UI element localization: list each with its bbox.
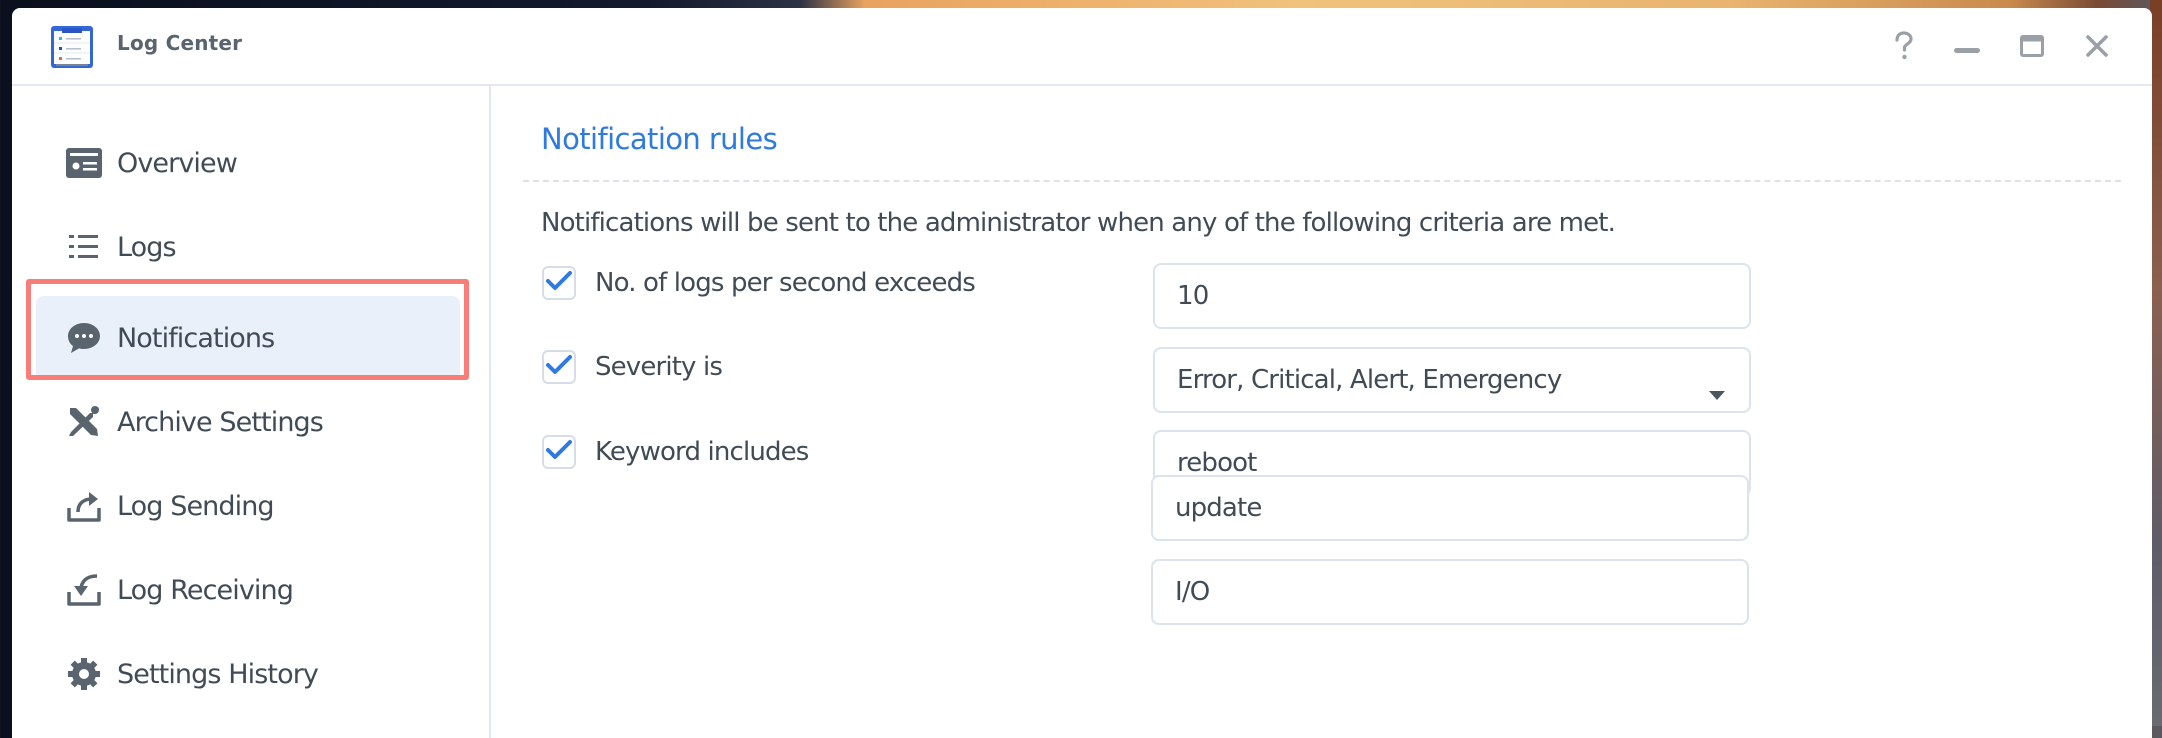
checkmark-icon	[546, 271, 572, 295]
rule-label: Keyword includes	[595, 437, 809, 467]
section-title: Notification rules	[541, 122, 778, 156]
severity-select[interactable]: Error, Critical, Alert, Emergency	[1153, 347, 1751, 413]
checkmark-icon	[546, 355, 572, 379]
gear-icon	[64, 654, 104, 694]
keyword-checkbox[interactable]	[542, 435, 576, 469]
help-button[interactable]	[1886, 30, 1922, 66]
maximize-button[interactable]	[2014, 30, 2050, 66]
sidebar-item-notifications[interactable]: Notifications	[36, 296, 460, 380]
checkmark-icon	[546, 440, 572, 464]
sidebar-item-label: Logs	[117, 231, 177, 263]
window-title: Log Center	[117, 31, 243, 55]
minimize-button[interactable]	[1949, 30, 1985, 66]
share-in-icon	[64, 570, 104, 610]
log-center-app-icon	[51, 26, 93, 68]
share-out-icon	[64, 486, 104, 526]
rule-keyword: Keyword includes	[542, 432, 809, 472]
maximize-icon	[2020, 35, 2044, 61]
description-text: Notifications will be sent to the admini…	[541, 208, 1616, 238]
sidebar-nav: Overview Logs Notifications Archive Sett…	[12, 86, 491, 738]
sidebar-item-archive-settings[interactable]: Archive Settings	[36, 380, 460, 464]
sidebar-item-label: Archive Settings	[117, 406, 324, 438]
keyword-input-3[interactable]: I/O	[1151, 559, 1749, 625]
sidebar-item-label: Notifications	[117, 322, 275, 354]
sidebar-item-log-receiving[interactable]: Log Receiving	[36, 548, 460, 632]
severity-select-value: Error, Critical, Alert, Emergency	[1177, 365, 1562, 395]
sidebar-item-label: Log Sending	[117, 490, 275, 522]
tools-icon	[64, 402, 104, 442]
severity-checkbox[interactable]	[542, 350, 576, 384]
chat-bubble-icon	[64, 318, 104, 358]
overview-card-icon	[64, 143, 104, 183]
close-button[interactable]	[2079, 30, 2115, 66]
title-bar: Log Center	[12, 8, 2152, 86]
sidebar-item-label: Log Receiving	[117, 574, 294, 606]
logs-per-second-checkbox[interactable]	[542, 266, 576, 300]
rule-label: Severity is	[595, 352, 723, 382]
rule-logs-per-second: No. of logs per second exceeds	[542, 263, 976, 303]
chevron-down-icon	[1709, 377, 1725, 407]
minimize-icon	[1954, 39, 1980, 58]
rule-label: No. of logs per second exceeds	[595, 268, 976, 298]
logs-per-second-input[interactable]: 10	[1153, 263, 1751, 329]
section-divider	[523, 180, 2121, 182]
sidebar-item-label: Settings History	[117, 658, 319, 690]
log-center-window: Log Center Overview Logs Notifications A…	[12, 8, 2152, 738]
sidebar-item-log-sending[interactable]: Log Sending	[36, 464, 460, 548]
list-icon	[64, 227, 104, 267]
close-icon	[2086, 35, 2108, 61]
sidebar-item-label: Overview	[117, 147, 238, 179]
notifications-panel: Notification rules Notifications will be…	[491, 86, 2152, 738]
keyword-input-2[interactable]: update	[1151, 475, 1749, 541]
question-mark-icon	[1892, 31, 1916, 65]
sidebar-item-logs[interactable]: Logs	[36, 205, 460, 289]
sidebar-item-settings-history[interactable]: Settings History	[36, 632, 460, 716]
sidebar-item-overview[interactable]: Overview	[36, 121, 460, 205]
rule-severity: Severity is	[542, 347, 723, 387]
